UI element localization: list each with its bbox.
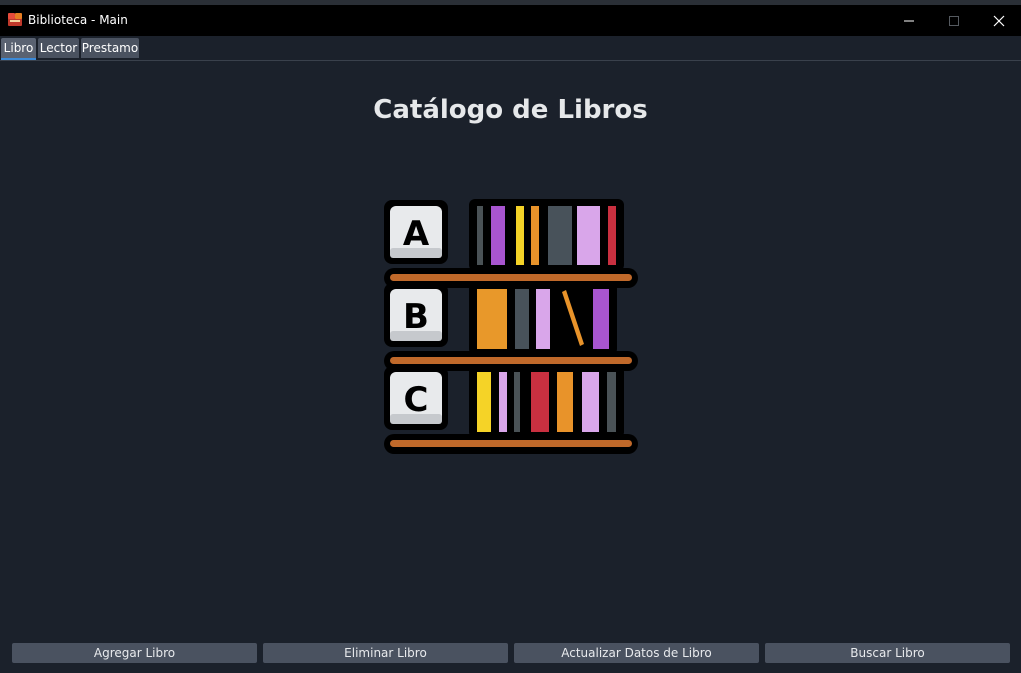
close-button[interactable] [976, 5, 1021, 36]
shelf-letter-b: B [403, 297, 429, 337]
tab-prestamo[interactable]: Prestamo [81, 38, 139, 58]
page-title: Catálogo de Libros [373, 95, 648, 125]
eliminar-libro-button[interactable]: Eliminar Libro [263, 643, 508, 663]
tab-lector[interactable]: Lector [38, 38, 79, 58]
minimize-icon [904, 20, 914, 21]
agregar-libro-button[interactable]: Agregar Libro [12, 643, 257, 663]
window-title: Biblioteca - Main [28, 13, 128, 27]
buscar-libro-button[interactable]: Buscar Libro [765, 643, 1010, 663]
actualizar-libro-button[interactable]: Actualizar Datos de Libro [514, 643, 759, 663]
maximize-icon [949, 15, 959, 26]
tab-bar: Libro Lector Prestamo [0, 36, 1021, 61]
shelf-row-a: A [384, 199, 638, 288]
shelf-row-b: B [384, 283, 638, 371]
shelf-letter-a: A [403, 214, 430, 254]
shelf-row-c: C [384, 366, 638, 454]
shelf-letter-c: C [404, 380, 429, 420]
tab-libro[interactable]: Libro [1, 38, 36, 60]
books-icon [8, 13, 22, 26]
bookshelf-illustration: A B C [384, 199, 638, 454]
title-bar: Biblioteca - Main [0, 0, 1021, 36]
maximize-button[interactable] [931, 5, 977, 36]
close-icon [993, 15, 1005, 26]
minimize-button[interactable] [886, 5, 932, 36]
